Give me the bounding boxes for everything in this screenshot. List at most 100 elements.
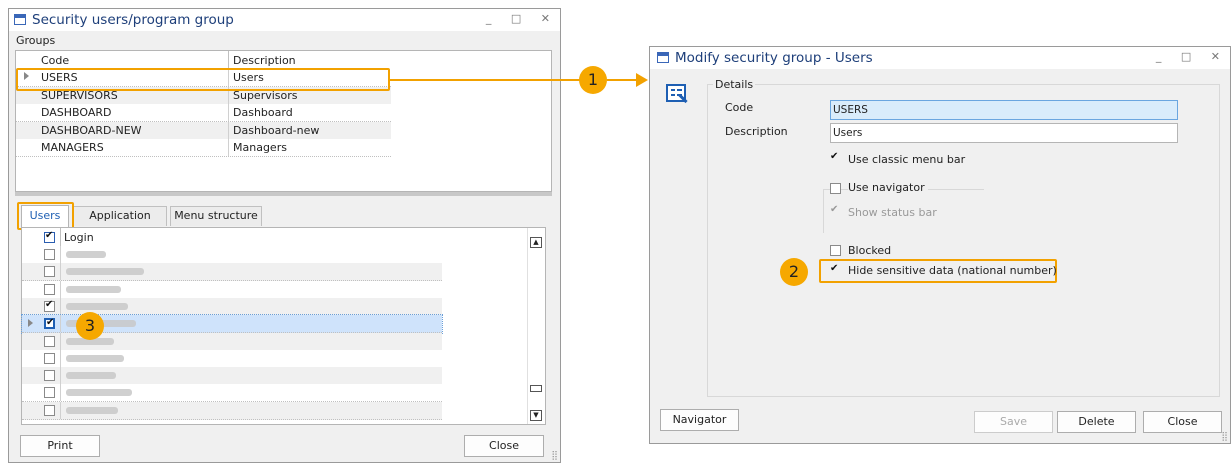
delete-button[interactable]: Delete [1057, 411, 1136, 433]
callout-users-row [16, 68, 390, 91]
scroll-up-button[interactable]: ▲ [530, 237, 542, 248]
resize-grip-icon[interactable]: ⣿ [1221, 432, 1228, 442]
login-cell-redacted [66, 389, 132, 397]
save-button[interactable]: Save [974, 411, 1053, 433]
callout-badge-1: 1 [579, 66, 607, 94]
column-header-login[interactable]: Login [64, 231, 94, 244]
scroll-thumb[interactable] [530, 385, 542, 392]
group-row[interactable]: MANAGERS Managers [16, 139, 391, 157]
status-bar-label: Show status bar [848, 206, 937, 219]
select-all-checkbox[interactable] [44, 230, 55, 243]
user-row[interactable] [22, 384, 442, 403]
user-row[interactable] [22, 349, 442, 368]
login-cell-redacted [66, 285, 121, 293]
navigator-label: Use navigator [848, 181, 928, 194]
navigator-checkbox[interactable] [830, 183, 841, 194]
details-label: Details [713, 78, 756, 91]
navigator-button[interactable]: Navigator [660, 409, 739, 431]
login-cell-redacted [66, 354, 124, 362]
group-description-cell: Dashboard-new [233, 123, 320, 137]
tab-application-rights[interactable]: Application rights [73, 206, 167, 240]
column-separator [228, 104, 229, 121]
login-cell-redacted [66, 302, 128, 310]
column-header-description[interactable]: Description [233, 54, 296, 67]
modify-security-group-window: Modify security group - Users _ □ ✕ Deta… [649, 46, 1231, 444]
user-checkbox[interactable] [44, 352, 55, 364]
connector-arrow-icon [636, 73, 648, 87]
title-bar[interactable]: Security users/program group _ □ ✕ [9, 9, 560, 31]
window-icon [14, 14, 26, 25]
description-value: Users [833, 127, 863, 139]
connector-line-2 [607, 79, 638, 81]
row-pointer-icon [28, 319, 33, 328]
group-code-cell: DASHBOARD-NEW [41, 123, 142, 137]
user-checkbox[interactable] [44, 387, 55, 399]
window-icon [657, 52, 669, 63]
close-button[interactable]: Close [464, 435, 544, 457]
user-checkbox[interactable] [44, 370, 55, 382]
code-field[interactable]: USERS [830, 100, 1178, 120]
users-header: Login [22, 228, 442, 247]
group-code-cell: DASHBOARD [41, 106, 112, 119]
close-button[interactable]: Close [1143, 411, 1222, 433]
title-bar[interactable]: Modify security group - Users _ □ ✕ [650, 47, 1230, 69]
column-separator [60, 280, 61, 298]
user-checkbox[interactable] [44, 317, 55, 330]
column-separator [60, 367, 61, 385]
login-cell-redacted [66, 251, 106, 258]
window-controls[interactable]: _ □ ✕ [486, 12, 558, 25]
tab-menu-structure-label: Menu structure [174, 209, 258, 222]
user-checkbox[interactable] [44, 283, 55, 295]
group-code-cell: MANAGERS [41, 141, 104, 154]
group-description-cell: Dashboard [233, 106, 293, 119]
window-title: Modify security group - Users [675, 50, 873, 66]
user-row[interactable] [22, 246, 442, 264]
group-row[interactable]: DASHBOARD Dashboard [16, 104, 391, 122]
user-row[interactable] [22, 280, 442, 299]
column-header-code[interactable]: Code [41, 54, 69, 67]
scroll-down-button[interactable]: ▼ [530, 410, 542, 421]
user-checkbox[interactable] [44, 249, 55, 260]
hide-sensitive-checkbox[interactable] [830, 263, 841, 277]
user-checkbox[interactable] [44, 299, 55, 312]
user-checkbox[interactable] [44, 404, 55, 416]
status-bar-checkbox[interactable] [830, 204, 841, 218]
resize-grip-icon[interactable]: ⣿ [551, 451, 558, 461]
column-separator [60, 263, 61, 281]
user-checkbox[interactable] [44, 335, 55, 347]
column-separator [228, 139, 229, 156]
group-description-cell: Managers [233, 141, 287, 154]
print-button[interactable]: Print [20, 435, 100, 457]
user-row[interactable] [22, 401, 442, 420]
users-scrollbar[interactable]: ▲ ▼ [527, 228, 545, 424]
column-separator [60, 384, 61, 402]
code-label: Code [725, 101, 754, 114]
column-separator [60, 332, 61, 350]
classic-menu-checkbox[interactable] [830, 151, 841, 165]
description-field[interactable]: Users [830, 123, 1178, 143]
groups-label: Groups [16, 34, 56, 47]
group-row[interactable]: DASHBOARD-NEW Dashboard-new [16, 121, 391, 140]
classic-menu-label: Use classic menu bar [848, 153, 966, 166]
code-value: USERS [833, 104, 868, 116]
callout-badge-2: 2 [780, 258, 808, 286]
column-separator [60, 246, 61, 263]
hide-sensitive-label: Hide sensitive data (national number) [848, 264, 1057, 277]
column-separator [60, 297, 61, 315]
window-title: Security users/program group [32, 12, 234, 28]
window-controls[interactable]: _ □ ✕ [1156, 50, 1228, 63]
security-users-window: Security users/program group _ □ ✕ Group… [8, 8, 561, 463]
blocked-checkbox[interactable] [830, 245, 841, 256]
callout-users-tab [17, 202, 74, 230]
login-cell-redacted [66, 268, 144, 276]
tab-menu-structure[interactable]: Menu structure [170, 206, 262, 226]
login-cell-redacted [66, 372, 116, 380]
user-row[interactable] [22, 263, 442, 282]
user-row[interactable] [22, 367, 442, 386]
user-checkbox[interactable] [44, 266, 55, 278]
column-separator [60, 315, 61, 333]
login-cell-redacted [66, 406, 118, 414]
splitter[interactable] [15, 192, 552, 196]
callout-badge-3: 3 [76, 312, 104, 340]
description-label: Description [725, 125, 788, 138]
